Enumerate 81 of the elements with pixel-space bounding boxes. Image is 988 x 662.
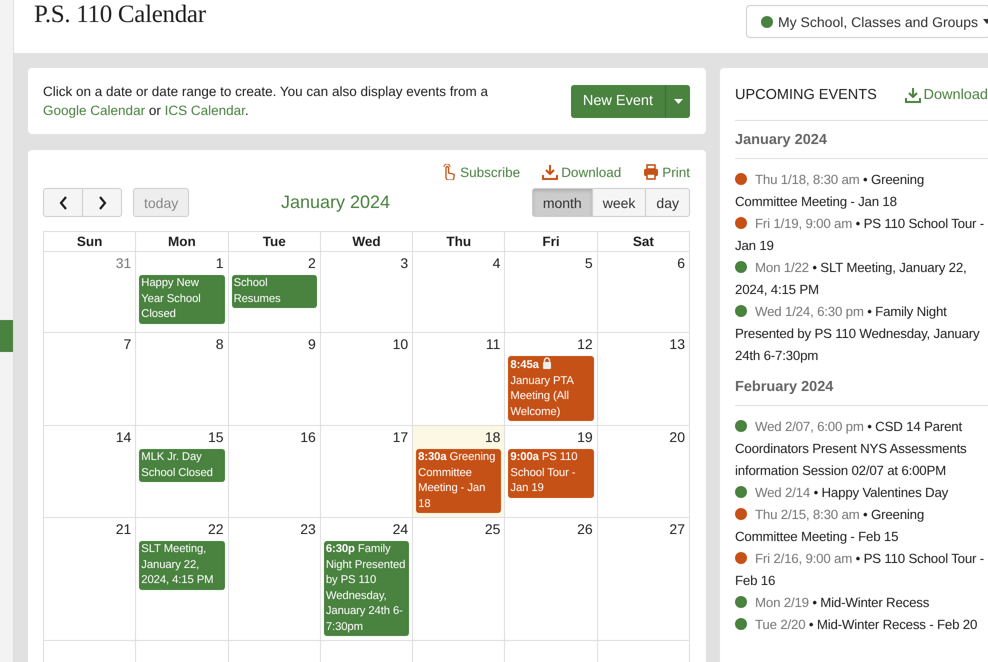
- day-number: 19: [577, 428, 594, 447]
- upcoming-event[interactable]: Wed 2/14 • Happy Valentines Day: [735, 482, 988, 504]
- calendar-filter-dropdown[interactable]: My School, Classes and Groups: [746, 5, 988, 38]
- view-tab[interactable]: month: [532, 188, 593, 217]
- calendar-event[interactable]: SLT Meeting, January 22, 2024, 4:15 PM: [139, 541, 225, 590]
- day-number: 3: [400, 254, 410, 273]
- subscribe-link[interactable]: Subscribe: [441, 164, 520, 180]
- chevron-right-icon: [98, 196, 106, 210]
- day-number: 2: [308, 254, 317, 273]
- upcoming-event[interactable]: Thu 2/15, 8:30 am • Greening Committee Meeting - Feb 15: [735, 504, 988, 548]
- day-number: 8: [216, 335, 225, 354]
- day-number: 20: [669, 428, 686, 447]
- day-number: 5: [584, 254, 594, 273]
- day-number: 22: [208, 520, 225, 539]
- google-calendar-link[interactable]: Google Calendar: [43, 103, 146, 118]
- day-number: 7: [123, 335, 132, 354]
- month-heading: January 2024: [735, 121, 988, 159]
- info-text: Click on a date or date range to create. You can also display events from a Google Calendar or ICS Calendar.: [43, 83, 490, 120]
- weekday-header: Fri: [505, 232, 598, 252]
- month-heading: February 2024: [735, 375, 988, 406]
- day-number: 13: [669, 335, 686, 354]
- calendar-month-title: January 2024: [280, 192, 390, 213]
- upcoming-event[interactable]: Mon 2/19 • Mid-Winter Recess: [735, 592, 988, 614]
- weekday-header: Sun: [44, 232, 136, 252]
- calendar-event[interactable]: 9:00a PS 110 School Tour - Jan 19: [508, 449, 594, 498]
- upcoming-event[interactable]: Mon 1/22 • SLT Meeting, January 22, 2024, 4:15 PM: [735, 257, 988, 301]
- calendar-event[interactable]: 8:45a January PTA Meeting (All Welcome): [508, 356, 594, 421]
- upcoming-event[interactable]: Fri 2/16, 9:00 am • PS 110 School Tour - Feb 16: [735, 548, 988, 592]
- chevron-left-icon: [58, 196, 68, 210]
- today-button[interactable]: today: [133, 188, 190, 217]
- new-event-button[interactable]: New Event: [570, 84, 666, 118]
- weekday-header: Thu: [413, 232, 506, 252]
- weekday-header: Wed: [320, 232, 414, 252]
- view-tab[interactable]: day: [645, 188, 690, 217]
- calendar-event[interactable]: 8:30a Greening Committee Meeting - Jan 18: [416, 449, 502, 513]
- upcoming-event[interactable]: Fri 1/19, 9:00 am • PS 110 School Tour - Jan 19: [735, 213, 988, 257]
- download-icon: [542, 164, 558, 180]
- day-number: 4: [492, 254, 502, 273]
- day-number: 15: [208, 428, 225, 447]
- upcoming-event[interactable]: Wed 1/24, 6:30 pm • Family Night Presented by PS 110 Wednesday, January 24th 6-7:30pm: [735, 301, 988, 367]
- day-number: 27: [669, 520, 686, 539]
- ics-calendar-link[interactable]: ICS Calendar: [164, 103, 245, 118]
- calendar-event[interactable]: Happy New Year School Closed: [139, 275, 225, 324]
- download-link[interactable]: Download: [542, 164, 622, 180]
- upcoming-event[interactable]: Wed 2/07, 6:00 pm • CSD 14 Parent Coordinators Present NYS Assessments information Session 02/07 at 6:00PM: [735, 416, 988, 482]
- day-number: 16: [300, 428, 317, 447]
- day-number: 6: [677, 254, 686, 273]
- hand-pointer-icon: [441, 164, 458, 180]
- day-number: 18: [484, 428, 502, 447]
- day-number: 17: [392, 428, 410, 447]
- day-number: 9: [308, 335, 317, 354]
- upcoming-events-heading: UPCOMING EVENTS: [735, 87, 877, 103]
- view-tab[interactable]: week: [592, 188, 646, 217]
- page-title: P.S. 110 Calendar: [34, 0, 206, 29]
- day-number: 25: [484, 520, 502, 539]
- caret-icon: [674, 98, 682, 104]
- day-number: 12: [577, 335, 594, 354]
- day-number: 14: [116, 428, 132, 447]
- previous-button[interactable]: [43, 188, 83, 217]
- calendar-event[interactable]: MLK Jr. Day School Closed: [139, 449, 225, 482]
- day-number: 24: [392, 520, 410, 539]
- day-number: 26: [577, 520, 594, 539]
- day-number: 11: [486, 335, 502, 354]
- calendar-event[interactable]: School Resumes: [232, 275, 317, 308]
- upcoming-event[interactable]: Tue 2/20 • Mid-Winter Recess - Feb 20: [735, 614, 988, 636]
- weekday-header: Tue: [228, 232, 321, 252]
- next-button[interactable]: [82, 188, 122, 217]
- download-icon: [904, 87, 920, 103]
- printer-icon: [643, 164, 660, 180]
- day-number: 23: [300, 520, 317, 539]
- upcoming-event[interactable]: Thu 1/18, 8:30 am • Greening Committee Meeting - Jan 18: [735, 169, 988, 213]
- calendar-event[interactable]: 6:30p Family Night Presented by PS 110 Wednesday, January 24th 6-7:30pm: [324, 541, 410, 636]
- day-number: 31: [116, 254, 132, 273]
- download-link[interactable]: Download: [904, 87, 988, 103]
- new-event-menu-button[interactable]: [666, 84, 690, 118]
- weekday-header: Sat: [598, 232, 690, 252]
- day-number: 21: [116, 520, 132, 539]
- day-number: 10: [392, 335, 410, 354]
- print-link[interactable]: Print: [643, 164, 690, 180]
- weekday-header: Mon: [136, 232, 229, 252]
- day-number: 1: [216, 254, 225, 273]
